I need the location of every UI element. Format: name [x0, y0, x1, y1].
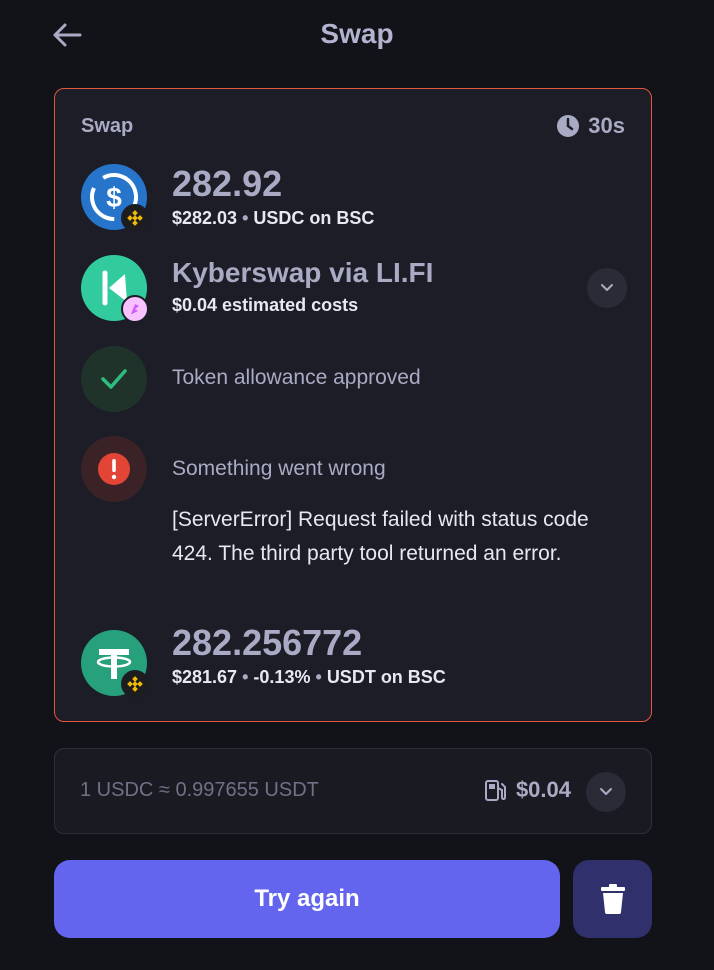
error-message: [ServerError] Request failed with status…	[172, 508, 589, 565]
to-token-chain: USDT on BSC	[326, 667, 446, 687]
chevron-down-icon	[601, 284, 613, 291]
price-impact: -0.13%	[253, 667, 311, 687]
route-costs: $0.04 estimated costs	[172, 295, 359, 315]
bullet: •	[242, 208, 249, 228]
trash-icon	[600, 884, 625, 914]
allowance-row: Token allowance approved	[81, 346, 625, 412]
to-details: $281.67 • -0.13% • USDT on BSC	[172, 667, 446, 688]
check-icon	[81, 346, 147, 412]
chevron-down-icon	[600, 788, 612, 795]
card-label: Swap	[81, 115, 134, 137]
svg-text:$: $	[106, 182, 122, 213]
from-token-row: $ 282.92 $282.03 • USDC on BSC	[81, 164, 625, 234]
to-usd-value: $281.67	[172, 667, 238, 687]
lifi-icon	[121, 295, 149, 323]
from-details: $282.03 • USDC on BSC	[172, 208, 374, 229]
to-amount: 282.256772	[172, 622, 363, 663]
route-expand-button[interactable]	[587, 268, 627, 308]
try-again-button[interactable]: Try again	[54, 860, 560, 938]
bullet: •	[242, 667, 249, 687]
error-icon	[81, 436, 147, 502]
error-title: Something went wrong	[172, 457, 386, 480]
timer-value: 30s	[588, 113, 625, 138]
from-token-chain: USDC on BSC	[253, 208, 375, 228]
route-row: Kyberswap via LI.FI $0.04 estimated cost…	[81, 255, 627, 325]
route-name: Kyberswap via LI.FI	[172, 257, 434, 288]
gas-pump-icon	[484, 780, 506, 801]
delete-button[interactable]	[573, 860, 652, 938]
refresh-timer: 30s	[556, 113, 625, 139]
details-expand-button[interactable]	[586, 772, 626, 812]
error-row: Something went wrong [ServerError] Reque…	[81, 436, 625, 606]
rate-bar: 1 USDC ≈ 0.997655 USDT $0.04	[54, 748, 652, 834]
swap-status-card: Swap 30s $ 282.92 $282.03 • USDC on BSC …	[54, 88, 652, 722]
gas-value: $0.04	[515, 777, 571, 802]
bullet: •	[315, 667, 322, 687]
from-usd-value: $282.03	[172, 208, 238, 228]
to-token-row: 282.256772 $281.67 • -0.13% • USDT on BS…	[81, 623, 625, 700]
allowance-text: Token allowance approved	[172, 366, 421, 389]
exchange-rate: 1 USDC ≈ 0.997655 USDT	[80, 779, 319, 801]
page-title: Swap	[320, 18, 394, 49]
swap-page: Swap Swap 30s $ 282.92 $282.03 • USDC on…	[0, 0, 714, 970]
clock-icon	[557, 115, 580, 137]
bnb-icon	[121, 204, 149, 232]
gas-cost: $0.04	[484, 777, 571, 803]
from-amount: 282.92	[172, 163, 283, 204]
bnb-icon	[121, 670, 149, 698]
